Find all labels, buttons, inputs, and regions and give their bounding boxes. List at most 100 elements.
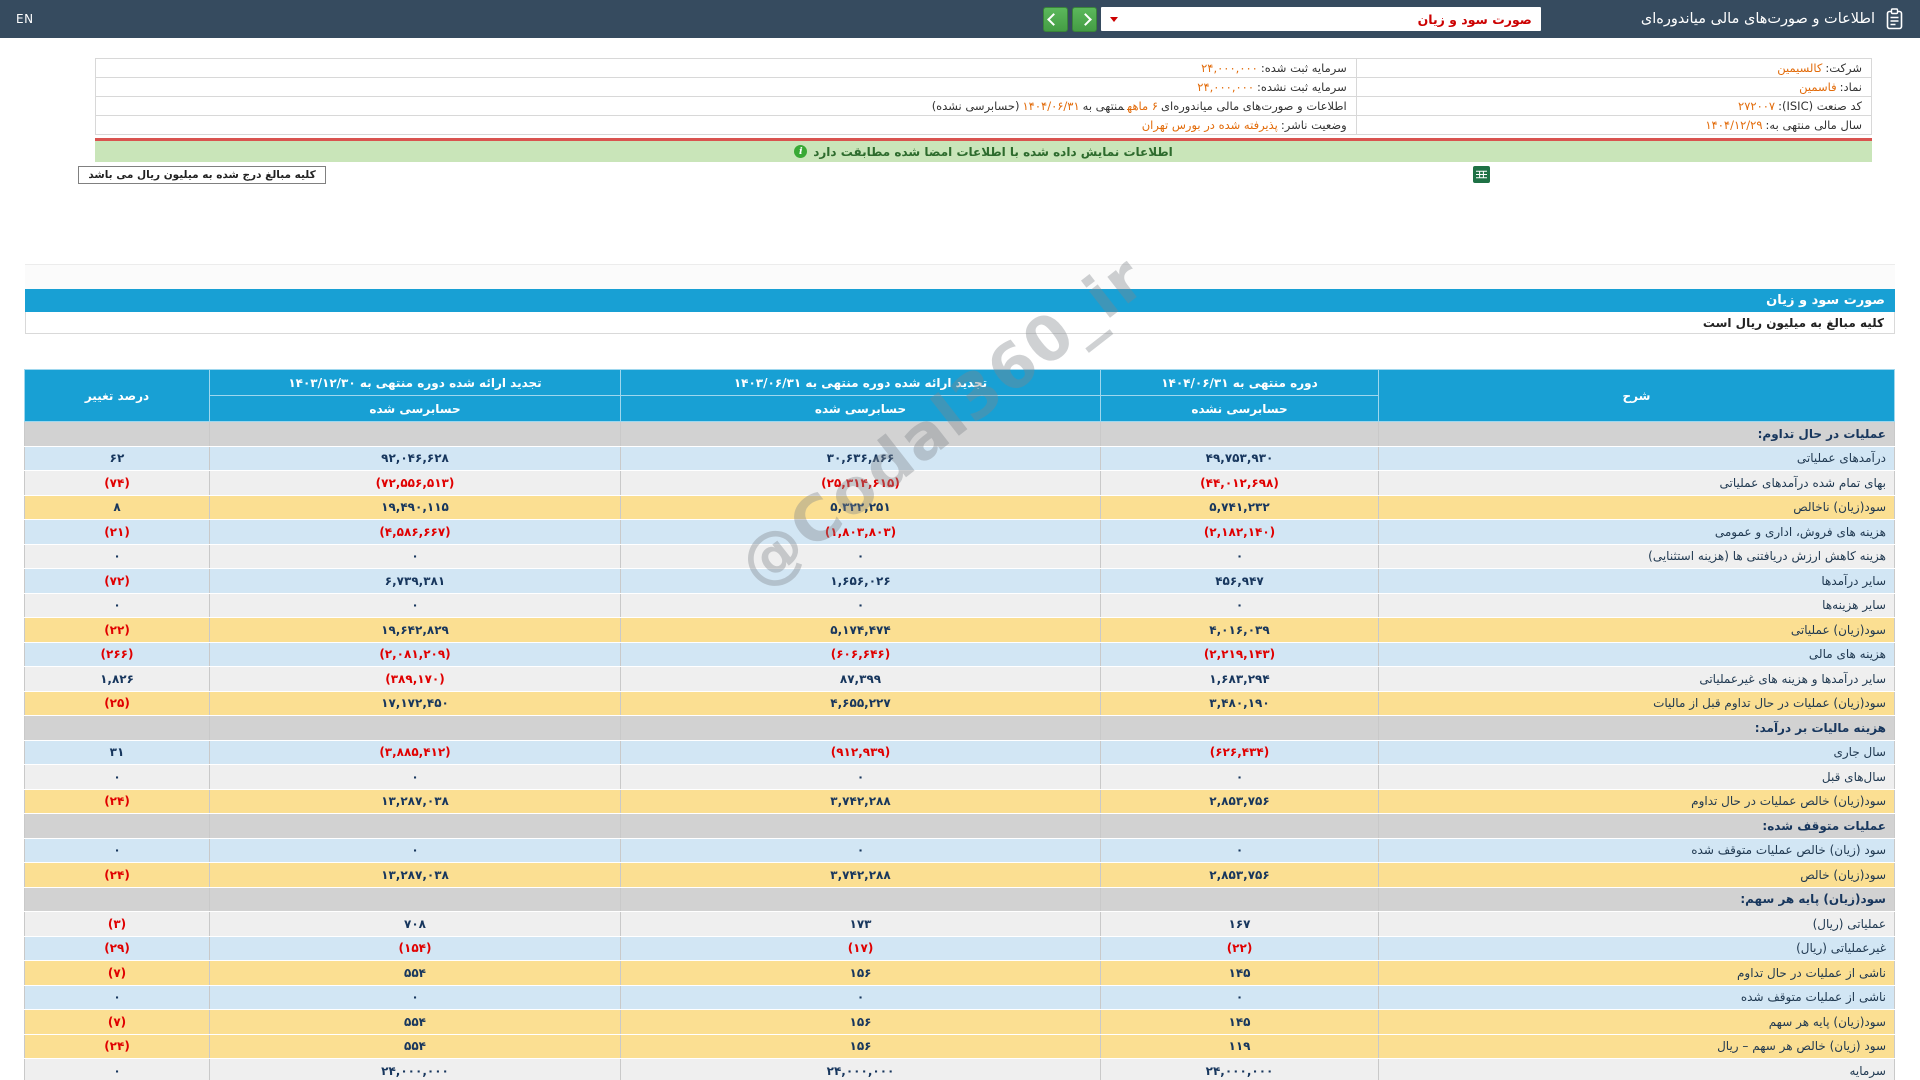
info-label: کد صنعت (ISIC): xyxy=(1778,99,1862,113)
empty-cell xyxy=(620,887,1101,912)
info-icon: i xyxy=(794,145,808,158)
info-value: ۱۴۰۴/۰۶/۳۱ xyxy=(1022,99,1080,113)
info-label: وضعیت ناشر: xyxy=(1280,118,1347,132)
value-cell: (۱۷) xyxy=(620,936,1101,961)
row-label: سرمایه xyxy=(1378,1058,1895,1080)
company-info-row: نماد:فاسمین سرمایه ثبت نشده:۲۴,۰۰۰,۰۰۰ xyxy=(95,77,1873,97)
info-label: سرمایه ثبت نشده: xyxy=(1257,80,1347,94)
empty-cell xyxy=(24,421,210,447)
value-cell: ۰ xyxy=(209,593,621,618)
company-info-cell: سرمایه ثبت شده:۲۴,۰۰۰,۰۰۰ xyxy=(95,58,1357,78)
value-cell: ۴,۰۱۶,۰۳۹ xyxy=(1100,617,1379,643)
company-info-cell: شرکت:کالسیمین xyxy=(1355,58,1873,78)
info-value: پذیرفته شده در بورس تهران xyxy=(1141,118,1278,132)
statement-data-row: سرمایه ۲۴,۰۰۰,۰۰۰ ۲۴,۰۰۰,۰۰۰ ۲۴,۰۰۰,۰۰۰ ۰ xyxy=(24,1058,1895,1080)
info-label: نماد: xyxy=(1839,80,1862,94)
col-header-audit-1404: حسابرسی نشده xyxy=(1100,395,1379,422)
value-cell: ۱۱۹ xyxy=(1100,1034,1379,1059)
row-label: هزینه های فروش، اداری و عمومی xyxy=(1378,519,1895,545)
value-cell: ۰ xyxy=(24,838,210,863)
value-cell: (۱,۸۰۳,۸۰۳) xyxy=(620,519,1101,545)
value-cell: (۷) xyxy=(24,960,210,986)
value-cell: ۰ xyxy=(620,838,1101,863)
excel-export-icon[interactable] xyxy=(1473,166,1490,187)
value-cell: (۲,۱۸۲,۱۴۰) xyxy=(1100,519,1379,545)
value-cell: (۷۴) xyxy=(24,470,210,496)
empty-cell xyxy=(1100,887,1379,912)
chevron-left-icon xyxy=(1047,12,1061,26)
value-cell: (۲۲) xyxy=(1100,936,1379,961)
income-statement-table: شرح دوره منتهی به ۱۴۰۴/۰۶/۳۱ تجدید ارائه… xyxy=(24,369,1895,1080)
value-cell: ۰ xyxy=(620,985,1101,1010)
row-label: هزینه کاهش ارزش دریافتنی ها (هزینه استثن… xyxy=(1378,544,1895,569)
company-info-cell: سرمایه ثبت نشده:۲۴,۰۰۰,۰۰۰ xyxy=(95,77,1357,97)
section-header-row: سود(زیان) پایه هر سهم: xyxy=(24,887,1895,912)
value-cell: ۶,۷۳۹,۳۸۱ xyxy=(209,568,621,594)
row-label: سود(زیان) عملیاتی xyxy=(1378,617,1895,643)
col-header-period-1404: دوره منتهی به ۱۴۰۴/۰۶/۳۱ xyxy=(1100,369,1379,396)
company-info-cell: وضعیت ناشر:پذیرفته شده در بورس تهران xyxy=(95,115,1357,135)
empty-cell xyxy=(24,887,210,912)
statement-data-row: سود(زیان) خالص ۲,۸۵۳,۷۵۶ ۳,۷۴۲,۲۸۸ ۱۳,۲۸۷,۰… xyxy=(24,862,1895,888)
value-cell: ۱۵۶ xyxy=(620,960,1101,986)
section-header-label: عملیات متوقف شده: xyxy=(1378,813,1895,839)
report-type-select[interactable]: صورت سود و زیان xyxy=(1100,7,1541,31)
statement-data-row: سال‌های قبل ۰ ۰ ۰ ۰ xyxy=(24,764,1895,790)
value-cell: (۳,۸۸۵,۴۱۲) xyxy=(209,740,621,765)
row-label: سود(زیان) ناخالص xyxy=(1378,495,1895,520)
value-cell: ۵۵۴ xyxy=(209,1034,621,1059)
empty-cell xyxy=(1100,813,1379,839)
empty-cell xyxy=(1100,421,1379,447)
row-label: هزینه های مالی xyxy=(1378,642,1895,667)
value-cell: (۲۱) xyxy=(24,519,210,545)
page-title: اطلاعات و صورت‌های مالی میاندوره‌ای xyxy=(1640,11,1875,27)
toolbar-spacer xyxy=(25,264,1895,289)
value-cell: ۰ xyxy=(620,544,1101,569)
company-info-section: شرکت:کالسیمین سرمایه ثبت شده:۲۴,۰۰۰,۰۰۰ نم… xyxy=(95,58,1873,135)
next-report-button[interactable] xyxy=(1071,6,1097,32)
empty-cell xyxy=(24,813,210,839)
info-value: ۲۴,۰۰۰,۰۰۰ xyxy=(1201,61,1258,75)
value-cell: ۱۳,۲۸۷,۰۳۸ xyxy=(209,862,621,888)
statement-data-row: سود (زیان) خالص هر سهم – ریال ۱۱۹ ۱۵۶ ۵۵۴ (۲… xyxy=(24,1034,1895,1059)
value-cell: (۲,۲۱۹,۱۴۳) xyxy=(1100,642,1379,667)
company-info-body: شرکت:کالسیمین سرمایه ثبت شده:۲۴,۰۰۰,۰۰۰ نم… xyxy=(95,58,1873,135)
empty-cell xyxy=(1100,715,1379,741)
value-cell: ۱,۶۵۶,۰۲۶ xyxy=(620,568,1101,594)
statement-data-row: سود (زیان) خالص عملیات متوقف شده ۰ ۰ ۰ ۰ xyxy=(24,838,1895,863)
company-info-table: شرکت:کالسیمین سرمایه ثبت شده:۲۴,۰۰۰,۰۰۰ نم… xyxy=(95,58,1873,135)
info-label: منتهی به xyxy=(1082,99,1125,113)
value-cell: ۷۰۸ xyxy=(209,911,621,937)
value-cell: ۳,۴۸۰,۱۹۰ xyxy=(1100,691,1379,716)
value-cell: ۵۵۴ xyxy=(209,1009,621,1035)
report-clipboard-icon xyxy=(1885,7,1904,31)
value-cell: (۲۴) xyxy=(24,862,210,888)
empty-cell xyxy=(209,421,621,447)
info-label: (حسابرسی نشده) xyxy=(931,99,1020,113)
statement-data-row: سایر درآمدها و هزینه های غیرعملیاتی ۱,۶۸۳… xyxy=(24,666,1895,692)
language-toggle-en[interactable]: EN xyxy=(16,12,34,26)
previous-report-button[interactable] xyxy=(1042,6,1068,32)
value-cell: ۲۴,۰۰۰,۰۰۰ xyxy=(1100,1058,1379,1080)
row-label: بهای تمام شده درآمدهای عملیاتی xyxy=(1378,470,1895,496)
value-cell: (۲۲) xyxy=(24,617,210,643)
statement-data-row: هزینه کاهش ارزش دریافتنی ها (هزینه استثن… xyxy=(24,544,1895,569)
row-label: سود(زیان) پایه هر سهم xyxy=(1378,1009,1895,1035)
company-info-row: شرکت:کالسیمین سرمایه ثبت شده:۲۴,۰۰۰,۰۰۰ xyxy=(95,58,1873,78)
signature-match-banner: اطلاعات نمایش داده شده با اطلاعات امضا ش… xyxy=(95,141,1872,162)
row-label: ناشی از عملیات متوقف شده xyxy=(1378,985,1895,1010)
million-rial-note: کلیه مبالغ درج شده به میلیون ریال می باش… xyxy=(78,166,326,184)
info-value: ۲۴,۰۰۰,۰۰۰ xyxy=(1197,80,1255,94)
chevron-down-icon xyxy=(1109,16,1118,22)
value-cell: ۲,۸۵۳,۷۵۶ xyxy=(1100,862,1379,888)
row-label: غیرعملیاتی (ریال) xyxy=(1378,936,1895,961)
info-value: ۶ ماهه xyxy=(1127,99,1159,113)
value-cell: ۰ xyxy=(1100,593,1379,618)
value-cell: ۰ xyxy=(1100,764,1379,790)
section-header-row: عملیات متوقف شده: xyxy=(24,813,1895,839)
value-cell: ۰ xyxy=(24,1058,210,1080)
row-label: سود (زیان) خالص هر سهم – ریال xyxy=(1378,1034,1895,1059)
statement-data-row: بهای تمام شده درآمدهای عملیاتی (۴۴,۰۱۲,۶۹… xyxy=(24,470,1895,496)
value-cell: ۳۰,۶۳۶,۸۶۶ xyxy=(620,446,1101,471)
statement-unit-note: کلیه مبالغ به میلیون ریال است xyxy=(25,312,1895,334)
